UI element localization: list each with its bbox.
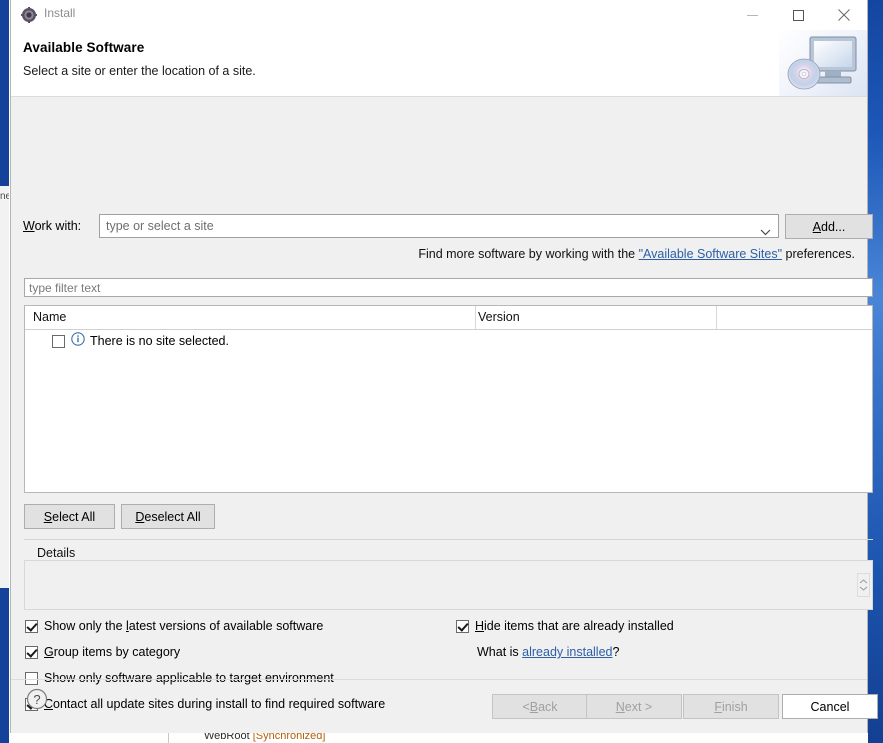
- spinner-up-down-icon[interactable]: [857, 573, 870, 597]
- option-hide-already-installed[interactable]: Hide items that are already installed: [456, 619, 674, 633]
- what-is-suffix: ?: [612, 645, 620, 659]
- work-with-combo[interactable]: type or select a site: [99, 214, 779, 238]
- footer-divider: [11, 679, 867, 680]
- select-all-button[interactable]: Select All: [24, 504, 115, 529]
- title-bar: Install: [11, 0, 867, 30]
- option-group-by-category[interactable]: Group items by category: [25, 645, 180, 659]
- details-label: Details: [33, 546, 80, 560]
- table-row[interactable]: There is no site selected.: [25, 330, 872, 352]
- details-panel: [24, 560, 873, 610]
- option-checkbox[interactable]: [25, 646, 38, 659]
- software-tree-table[interactable]: Name Version There is no site selected.: [24, 305, 873, 493]
- option-show-latest-versions[interactable]: Show only the latest versions of availab…: [25, 619, 323, 633]
- available-software-sites-link[interactable]: "Available Software Sites": [639, 247, 782, 261]
- add-site-button[interactable]: Add...: [785, 214, 873, 239]
- column-header-version[interactable]: Version: [478, 310, 520, 324]
- page-description: Select a site or enter the location of a…: [23, 64, 256, 78]
- info-icon: [71, 331, 85, 351]
- next-button[interactable]: Next >: [586, 694, 682, 719]
- find-more-software-text: Find more software by working with the "…: [418, 247, 855, 261]
- option-label: Group items by category: [44, 645, 181, 659]
- option-contact-all-update-sites[interactable]: Contact all update sites during install …: [25, 697, 385, 711]
- column-header-name[interactable]: Name: [33, 310, 66, 324]
- filter-placeholder: type filter text: [29, 281, 101, 295]
- work-with-label: Work with:: [23, 219, 82, 233]
- help-icon: ?: [26, 688, 48, 710]
- find-more-prefix: Find more software by working with the: [418, 247, 639, 261]
- chevron-down-icon[interactable]: [760, 223, 771, 241]
- option-label: Show only software applicable to target …: [44, 671, 334, 685]
- column-divider-1[interactable]: [475, 306, 476, 329]
- help-button[interactable]: ?: [24, 686, 50, 712]
- what-is-already-installed-text: What is already installed?: [477, 645, 619, 659]
- column-divider-2[interactable]: [716, 306, 717, 329]
- find-more-suffix: preferences.: [782, 247, 856, 261]
- table-header: Name Version: [25, 306, 872, 330]
- what-is-prefix: What is: [477, 645, 523, 659]
- deselect-all-button[interactable]: Deselect All: [121, 504, 215, 529]
- close-button[interactable]: [821, 0, 867, 30]
- minimize-button[interactable]: [729, 0, 775, 30]
- work-with-placeholder: type or select a site: [106, 219, 214, 233]
- minimize-icon: [746, 14, 758, 16]
- computer-cd-icon: [779, 30, 867, 96]
- option-label: Contact all update sites during install …: [44, 697, 386, 711]
- maximize-icon: [792, 9, 804, 21]
- svg-text:?: ?: [33, 692, 40, 707]
- background-tree-text: ne V sc p nt A -l xj w ne V sc p nt A -l: [0, 186, 9, 588]
- cancel-button[interactable]: Cancel: [782, 694, 878, 719]
- option-label: Show only the latest versions of availab…: [44, 619, 324, 633]
- already-installed-link[interactable]: already installed: [522, 645, 612, 659]
- page-title: Available Software: [23, 40, 145, 55]
- filter-input[interactable]: type filter text: [24, 278, 873, 297]
- install-dialog: Install Available Software Select a site…: [10, 0, 878, 733]
- option-label: Hide items that are already installed: [475, 619, 674, 633]
- option-checkbox[interactable]: [456, 620, 469, 633]
- option-checkbox[interactable]: [25, 620, 38, 633]
- row-checkbox[interactable]: [52, 334, 65, 348]
- row-name-label: There is no site selected.: [90, 334, 229, 348]
- dialog-header: Available Software Select a site or ente…: [11, 30, 867, 97]
- section-divider: [24, 539, 873, 540]
- option-applicable-to-target[interactable]: Show only software applicable to target …: [25, 671, 334, 685]
- maximize-button[interactable]: [775, 0, 821, 30]
- dialog-content: Work with: type or select a site Add... …: [11, 97, 873, 733]
- close-icon: [838, 9, 850, 21]
- back-button[interactable]: < Back: [492, 694, 588, 719]
- finish-button[interactable]: Finish: [683, 694, 779, 719]
- install-gear-icon: [21, 7, 37, 23]
- window-title: Install: [44, 6, 76, 20]
